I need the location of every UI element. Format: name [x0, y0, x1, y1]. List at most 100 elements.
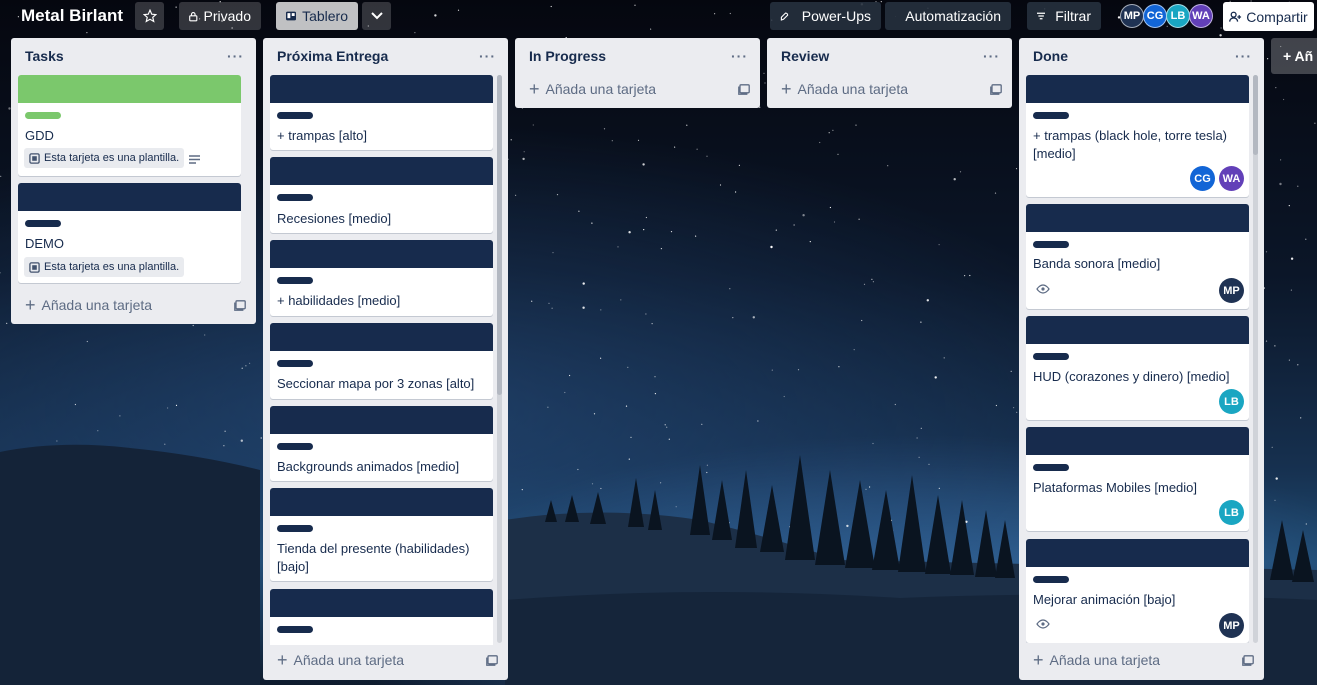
template-note: Esta tarjeta es una plantilla.: [44, 261, 180, 273]
plus-icon: +: [25, 294, 36, 315]
list-done: Done ··· + trampas (black hole, torre tes…: [1019, 38, 1264, 680]
powerups-label: Power-Ups: [801, 8, 871, 24]
card-member-avatar[interactable]: LB: [1219, 500, 1244, 525]
card-list: + trampas (black hole, torre tesla) [med…: [1026, 75, 1257, 643]
card-label: [1033, 241, 1069, 248]
plus-icon: +: [1033, 649, 1044, 670]
card[interactable]: GDD Esta tarjeta es una plantilla.: [18, 75, 241, 176]
visibility-button[interactable]: Privado: [179, 2, 261, 30]
add-card-label: Añada una tarjeta: [293, 652, 405, 668]
visibility-label: Privado: [203, 8, 251, 24]
plus-icon: +: [277, 649, 288, 670]
add-card-label: Añada una tarjeta: [1049, 652, 1161, 668]
card-title: HUD (corazones y dinero) [medio]: [1033, 369, 1230, 384]
filter-button[interactable]: Filtrar: [1027, 2, 1101, 30]
list-in-progress: In Progress ··· + Añada una tarjeta: [515, 38, 760, 108]
card-label: [1033, 464, 1069, 471]
scrollbar[interactable]: [1253, 75, 1258, 643]
card[interactable]: Tienda del presente (habilidades) [bajo]: [270, 488, 493, 581]
list-menu-icon[interactable]: ···: [479, 48, 496, 64]
card-label: [277, 443, 313, 450]
card[interactable]: Recesiones [medio]: [270, 157, 493, 233]
list-menu-icon[interactable]: ···: [731, 48, 748, 64]
card[interactable]: Mejorar animación [bajo] MP: [1026, 539, 1249, 643]
card-member-avatar[interactable]: CG: [1190, 166, 1215, 191]
board-title[interactable]: Metal Birlant: [21, 6, 123, 26]
card-member-avatar[interactable]: MP: [1219, 613, 1244, 638]
avatar[interactable]: CG: [1143, 4, 1167, 28]
avatar[interactable]: MP: [1120, 4, 1144, 28]
add-card-button[interactable]: + Añada una tarjeta: [1033, 649, 1254, 671]
card[interactable]: Banda sonora [medio] MP: [1026, 204, 1249, 309]
add-card-button[interactable]: + Añada una tarjeta: [529, 78, 750, 100]
list-proxima-entrega: Próxima Entrega ··· + trampas [alto] Rece…: [263, 38, 508, 680]
create-from-template-icon[interactable]: [234, 299, 246, 311]
card[interactable]: HUD (corazones y dinero) [medio] LB: [1026, 316, 1249, 420]
card-title: + habilidades [medio]: [277, 293, 401, 308]
plus-icon: +: [529, 78, 540, 99]
create-from-template-icon[interactable]: [990, 83, 1002, 95]
automation-button[interactable]: Automatización: [885, 2, 1011, 30]
board-header: Metal Birlant Privado Tablero Power-Ups …: [0, 0, 1317, 32]
rocket-icon: [780, 11, 789, 21]
create-from-template-icon[interactable]: [1242, 654, 1254, 666]
list-title[interactable]: Próxima Entrega: [277, 48, 388, 64]
plus-icon: +: [781, 78, 792, 99]
list-title[interactable]: In Progress: [529, 48, 606, 64]
list-menu-icon[interactable]: ···: [227, 48, 244, 64]
card[interactable]: + trampas [alto]: [270, 75, 493, 150]
template-note: Esta tarjeta es una plantilla.: [44, 152, 180, 164]
list-title[interactable]: Tasks: [25, 48, 64, 64]
scrollbar[interactable]: [497, 75, 502, 643]
share-button[interactable]: Compartir: [1223, 2, 1314, 31]
add-card-button[interactable]: + Añada una tarjeta: [277, 649, 498, 671]
card[interactable]: DEMO Esta tarjeta es una plantilla.: [18, 183, 241, 283]
card-label: [25, 112, 61, 119]
add-card-button[interactable]: + Añada una tarjeta: [25, 294, 246, 316]
card-title: Backgrounds animados [medio]: [277, 459, 460, 474]
view-switcher-button[interactable]: [362, 2, 391, 30]
card-title: Plataformas Mobiles [medio]: [1033, 480, 1198, 495]
card-title: Tienda del presente (habilidades) [bajo]: [277, 541, 470, 574]
card-title: GDD: [25, 128, 54, 143]
watching-eye-icon: [1036, 284, 1050, 294]
card-label: [277, 112, 313, 119]
card-label: [277, 194, 313, 201]
card-label: [25, 220, 61, 227]
card-cover: [18, 183, 241, 211]
card[interactable]: [270, 589, 493, 645]
create-from-template-icon[interactable]: [738, 83, 750, 95]
avatar[interactable]: WA: [1189, 4, 1213, 28]
card-label: [277, 277, 313, 284]
card-cover: [18, 75, 241, 103]
star-button[interactable]: [135, 2, 164, 30]
board-view-label: Tablero: [302, 8, 348, 24]
add-card-label: Añada una tarjeta: [545, 81, 657, 97]
list-menu-icon[interactable]: ···: [1235, 48, 1252, 64]
add-card-button[interactable]: + Añada una tarjeta: [781, 78, 1002, 100]
share-label: Compartir: [1246, 8, 1308, 25]
card-title: Recesiones [medio]: [277, 211, 392, 226]
card-member-avatar[interactable]: LB: [1219, 389, 1244, 414]
list-menu-icon[interactable]: ···: [983, 48, 1000, 64]
card-member-avatar[interactable]: WA: [1219, 166, 1244, 191]
create-from-template-icon[interactable]: [486, 654, 498, 666]
card-member-avatar[interactable]: MP: [1219, 278, 1244, 303]
board-view-button[interactable]: Tablero: [276, 2, 358, 30]
card-label: [1033, 353, 1069, 360]
automation-label: Automatización: [905, 8, 1001, 24]
template-icon: [29, 261, 40, 273]
list-title[interactable]: Review: [781, 48, 829, 64]
card[interactable]: Plataformas Mobiles [medio] LB: [1026, 427, 1249, 531]
add-list-button[interactable]: + Añ: [1271, 38, 1317, 74]
avatar[interactable]: LB: [1166, 4, 1190, 28]
card[interactable]: + trampas (black hole, torre tesla) [med…: [1026, 75, 1249, 197]
list-title[interactable]: Done: [1033, 48, 1068, 64]
card-title: Seccionar mapa por 3 zonas [alto]: [277, 376, 475, 391]
card-title: + trampas (black hole, torre tesla) [med…: [1033, 128, 1227, 161]
card[interactable]: Backgrounds animados [medio]: [270, 406, 493, 481]
powerups-button[interactable]: Power-Ups: [770, 2, 881, 30]
card[interactable]: Seccionar mapa por 3 zonas [alto]: [270, 323, 493, 399]
card[interactable]: + habilidades [medio]: [270, 240, 493, 316]
template-badge: Esta tarjeta es una plantilla.: [24, 257, 185, 277]
